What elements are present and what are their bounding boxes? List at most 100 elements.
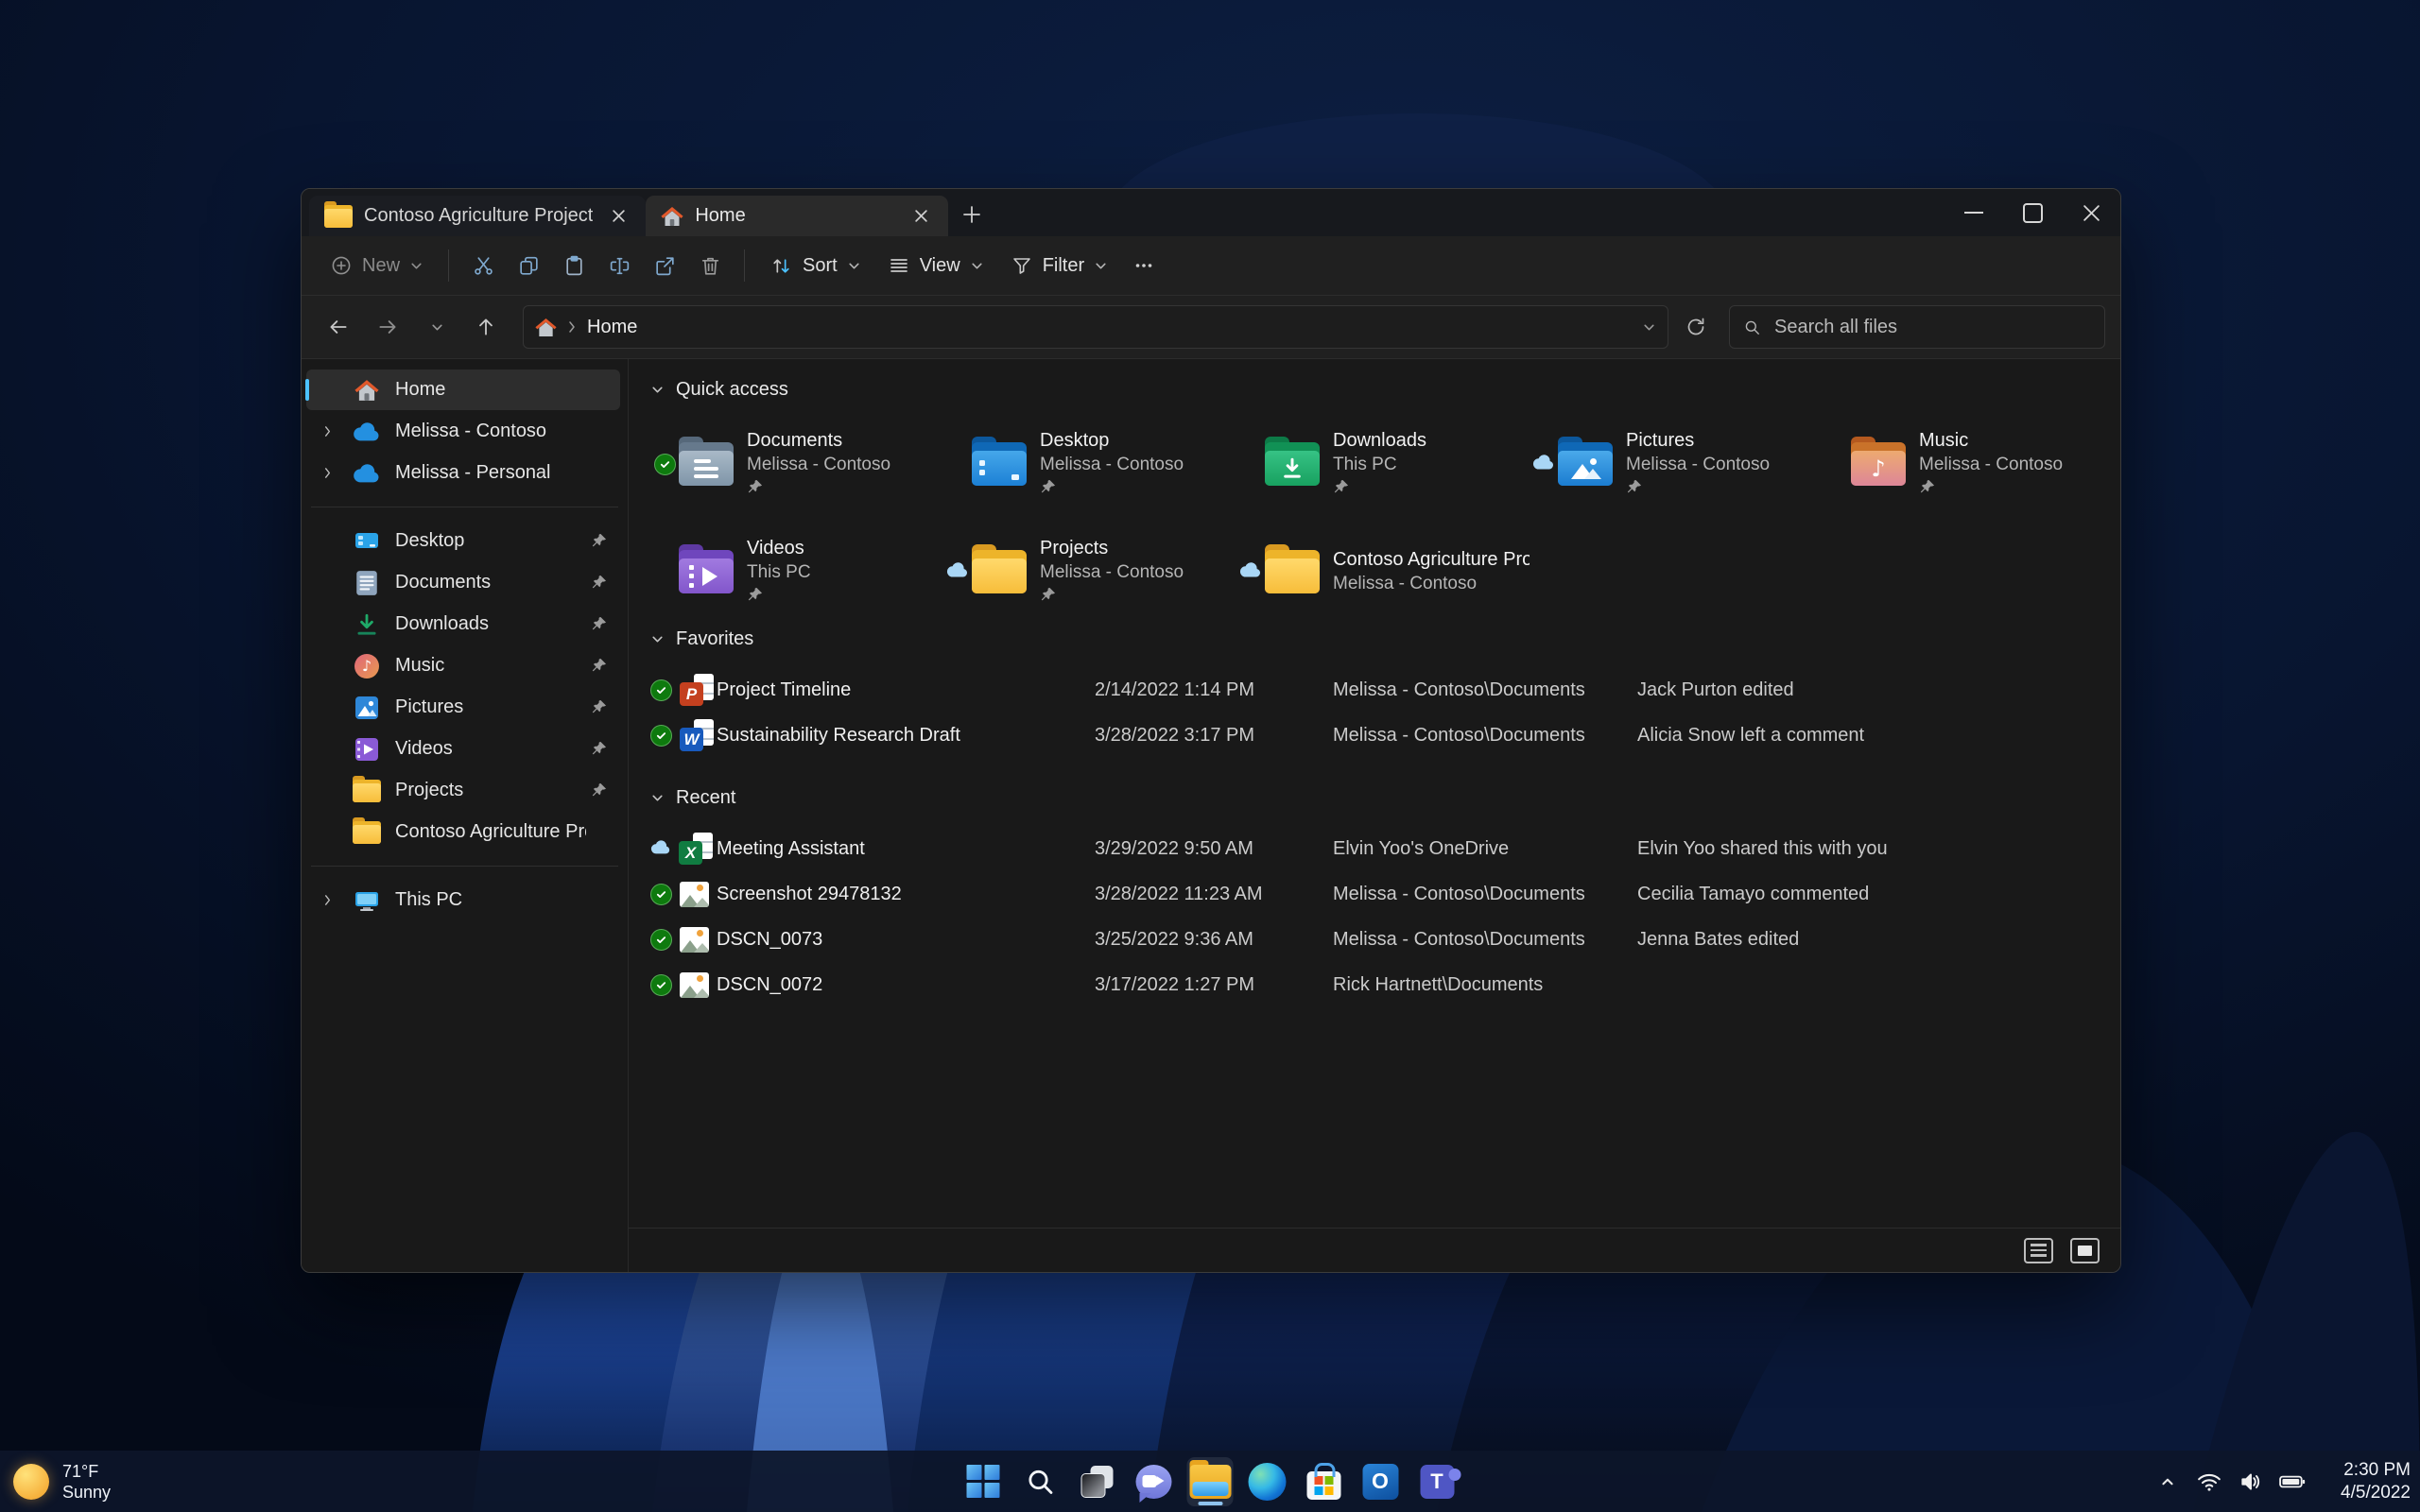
file-row-dscn-0072[interactable]: DSCN_0072 3/17/2022 1:27 PM Rick Hartnet… <box>650 962 2101 1007</box>
address-dropdown-chevron[interactable] <box>1642 320 1656 335</box>
quick-access-item-pictures[interactable]: Pictures Melissa - Contoso <box>1530 425 1823 503</box>
sidebar-item-documents[interactable]: Documents <box>306 562 620 603</box>
close-tab-icon[interactable] <box>604 202 632 231</box>
sidebar-item-contoso-agriculture-project[interactable]: Contoso Agriculture Project <box>306 812 620 852</box>
section-title: Quick access <box>676 378 788 400</box>
quick-access-item-projects[interactable]: Projects Melissa - Contoso <box>943 533 1236 610</box>
quick-access-item-desktop[interactable]: Desktop Melissa - Contoso <box>943 425 1236 503</box>
back-button[interactable] <box>317 307 360 347</box>
quick-access-item-downloads[interactable]: Downloads This PC <box>1236 425 1530 503</box>
system-tray: 2:30 PM 4/5/2022 <box>2152 1459 2411 1504</box>
status-bar <box>629 1228 2120 1272</box>
new-button[interactable]: New <box>319 245 435 286</box>
see-more-button[interactable] <box>1123 245 1165 286</box>
downloads-icon <box>348 612 386 637</box>
breadcrumb-bar[interactable]: Home <box>523 305 1668 349</box>
file-row-meeting-assistant[interactable]: X Meeting Assistant 3/29/2022 9:50 AM El… <box>650 826 2101 871</box>
section-recent-header[interactable]: Recent <box>650 782 2101 813</box>
folder-icon <box>972 544 1027 593</box>
sidebar-item-downloads[interactable]: Downloads <box>306 604 620 644</box>
teams-button[interactable]: T <box>1414 1457 1461 1506</box>
copy-button[interactable] <box>508 245 549 286</box>
sidebar-item-this-pc[interactable]: This PC <box>306 880 620 920</box>
sidebar-item-desktop[interactable]: Desktop <box>306 521 620 561</box>
search-box[interactable] <box>1729 305 2105 349</box>
chevron-down-icon <box>849 263 859 268</box>
new-tab-button[interactable] <box>954 197 990 232</box>
sidebar-item-pictures[interactable]: Pictures <box>306 687 620 728</box>
pin-icon <box>586 533 611 549</box>
section-favorites-header[interactable]: Favorites <box>650 624 2101 654</box>
edge-icon <box>1248 1462 1286 1501</box>
file-row-sustainability-research-draft[interactable]: W Sustainability Research Draft 3/28/202… <box>650 713 2101 758</box>
microsoft-store-button[interactable] <box>1301 1457 1347 1506</box>
search-input[interactable] <box>1772 315 2091 339</box>
videos-icon <box>348 737 386 762</box>
sync-ok-icon <box>650 883 672 905</box>
close-tab-icon[interactable] <box>907 202 935 231</box>
filter-button[interactable]: Filter <box>999 245 1119 286</box>
command-bar: New Sort View Filter <box>302 236 2120 296</box>
search-button[interactable] <box>1017 1457 1063 1506</box>
sync-ok-icon <box>650 973 672 996</box>
weather-widget[interactable]: 71°F Sunny <box>13 1461 111 1503</box>
quick-access-item-music[interactable]: ♪ Music Melissa - Contoso <box>1823 425 2116 503</box>
view-icon <box>890 259 908 272</box>
files-view: Quick access Documents Melissa - Contoso <box>629 359 2120 1228</box>
expand-chevron-icon[interactable] <box>306 467 348 479</box>
tab-home[interactable]: Home <box>646 196 949 236</box>
delete-button[interactable] <box>689 245 731 286</box>
file-explorer-button[interactable] <box>1186 1456 1234 1506</box>
maximize-button[interactable] <box>2003 189 2062 236</box>
chevron-down-icon <box>652 387 663 392</box>
quick-access-item-contoso-agriculture-project[interactable]: Contoso Agriculture Project Melissa - Co… <box>1236 533 1530 610</box>
refresh-button[interactable] <box>1674 307 1718 347</box>
show-hidden-icons-button[interactable] <box>2152 1463 2184 1501</box>
weather-condition: Sunny <box>62 1482 112 1502</box>
store-icon <box>1306 1462 1340 1500</box>
breadcrumb[interactable]: Home <box>587 317 637 338</box>
outlook-button[interactable]: O <box>1357 1457 1404 1506</box>
chat-button[interactable] <box>1131 1457 1177 1506</box>
sidebar-item-home[interactable]: Home <box>305 369 620 410</box>
close-button[interactable] <box>2062 189 2120 236</box>
sidebar-item-projects[interactable]: Projects <box>306 770 620 811</box>
task-view-button[interactable] <box>1074 1457 1120 1506</box>
chevron-down-icon <box>652 795 663 800</box>
cut-button[interactable] <box>462 245 504 286</box>
cloud-status-icon <box>650 838 671 860</box>
large-thumbnails-view-toggle[interactable] <box>2070 1237 2100 1263</box>
recent-locations-chevron[interactable] <box>415 307 458 347</box>
view-button[interactable]: View <box>876 245 995 286</box>
expand-chevron-icon[interactable] <box>306 894 348 906</box>
tab-contoso-agriculture-project[interactable]: Contoso Agriculture Project <box>309 196 647 236</box>
sort-button[interactable]: Sort <box>758 245 873 286</box>
file-explorer-window: Contoso Agriculture Project Home New Sor… <box>301 188 2121 1273</box>
share-button[interactable] <box>644 245 685 286</box>
recent-list: X Meeting Assistant 3/29/2022 9:50 AM El… <box>650 826 2101 1007</box>
details-view-toggle[interactable] <box>2024 1237 2053 1263</box>
file-row-dscn-0073[interactable]: DSCN_0073 3/25/2022 9:36 AM Melissa - Co… <box>650 917 2101 962</box>
minimize-button[interactable] <box>1945 189 2003 236</box>
clock[interactable]: 2:30 PM 4/5/2022 <box>2324 1459 2411 1504</box>
up-button[interactable] <box>464 307 508 347</box>
expand-chevron-icon[interactable] <box>306 425 348 438</box>
pin-icon <box>1919 479 2063 498</box>
battery-icon[interactable] <box>2276 1463 2308 1501</box>
file-row-screenshot-29478132[interactable]: Screenshot 29478132 3/28/2022 11:23 AM M… <box>650 871 2101 917</box>
sidebar-item-music[interactable]: ♪ Music <box>306 645 620 686</box>
edge-button[interactable] <box>1244 1457 1290 1506</box>
wifi-icon[interactable] <box>2193 1463 2225 1501</box>
forward-button[interactable] <box>366 307 409 347</box>
paste-button[interactable] <box>553 245 595 286</box>
quick-access-item-documents[interactable]: Documents Melissa - Contoso <box>650 425 943 503</box>
volume-icon[interactable] <box>2235 1463 2267 1501</box>
quick-access-item-videos[interactable]: Videos This PC <box>650 533 943 610</box>
rename-button[interactable] <box>598 245 640 286</box>
sidebar-item-melissa-personal[interactable]: Melissa - Personal <box>306 453 620 493</box>
sidebar-item-melissa-contoso[interactable]: Melissa - Contoso <box>306 411 620 452</box>
section-quick-access-header[interactable]: Quick access <box>650 374 2101 404</box>
file-row-project-timeline[interactable]: P Project Timeline 2/14/2022 1:14 PM Mel… <box>650 667 2101 713</box>
sidebar-item-videos[interactable]: Videos <box>306 729 620 769</box>
start-button[interactable] <box>960 1457 1007 1506</box>
